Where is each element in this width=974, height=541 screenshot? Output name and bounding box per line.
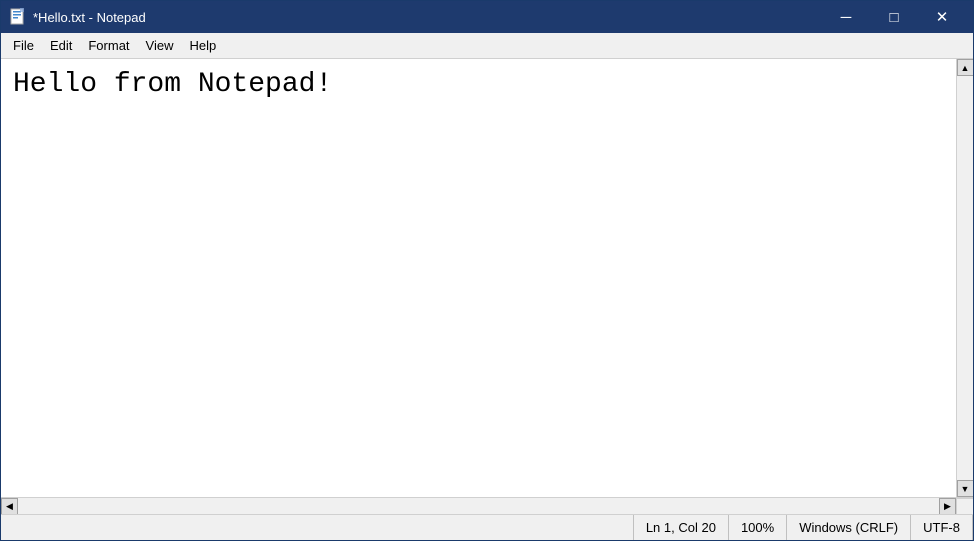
horizontal-scrollbar: ◀ ▶ (1, 497, 973, 514)
window-controls: ─ □ ✕ (823, 1, 965, 33)
menu-file[interactable]: File (5, 35, 42, 57)
window-title: *Hello.txt - Notepad (33, 10, 146, 25)
title-bar-left: *Hello.txt - Notepad (9, 8, 146, 26)
zoom-level: 100% (729, 515, 787, 540)
scrollbar-corner (956, 498, 973, 515)
scroll-vertical-track[interactable] (957, 76, 974, 480)
editor-wrapper: ▲ ▼ ◀ ▶ (1, 59, 973, 514)
line-ending: Windows (CRLF) (787, 515, 911, 540)
vertical-scrollbar: ▲ ▼ (956, 59, 973, 497)
maximize-button[interactable]: □ (871, 1, 917, 33)
app-icon (9, 8, 27, 26)
scroll-up-button[interactable]: ▲ (957, 59, 974, 76)
bottom-area: ◀ ▶ (1, 497, 973, 514)
encoding: UTF-8 (911, 515, 973, 540)
menu-edit[interactable]: Edit (42, 35, 80, 57)
minimize-button[interactable]: ─ (823, 1, 869, 33)
scroll-right-button[interactable]: ▶ (939, 498, 956, 515)
menu-view[interactable]: View (138, 35, 182, 57)
close-button[interactable]: ✕ (919, 1, 965, 33)
editor-main: ▲ ▼ (1, 59, 973, 497)
menu-bar: File Edit Format View Help (1, 33, 973, 59)
status-spacer (1, 515, 634, 540)
scroll-left-button[interactable]: ◀ (1, 498, 18, 515)
title-bar: *Hello.txt - Notepad ─ □ ✕ (1, 1, 973, 33)
menu-format[interactable]: Format (80, 35, 137, 57)
text-editor[interactable] (1, 59, 956, 497)
cursor-position: Ln 1, Col 20 (634, 515, 729, 540)
status-bar: Ln 1, Col 20 100% Windows (CRLF) UTF-8 (1, 514, 973, 540)
scroll-down-button[interactable]: ▼ (957, 480, 974, 497)
scroll-horizontal-track[interactable] (18, 498, 939, 515)
menu-help[interactable]: Help (181, 35, 224, 57)
notepad-window: *Hello.txt - Notepad ─ □ ✕ File Edit For… (0, 0, 974, 541)
